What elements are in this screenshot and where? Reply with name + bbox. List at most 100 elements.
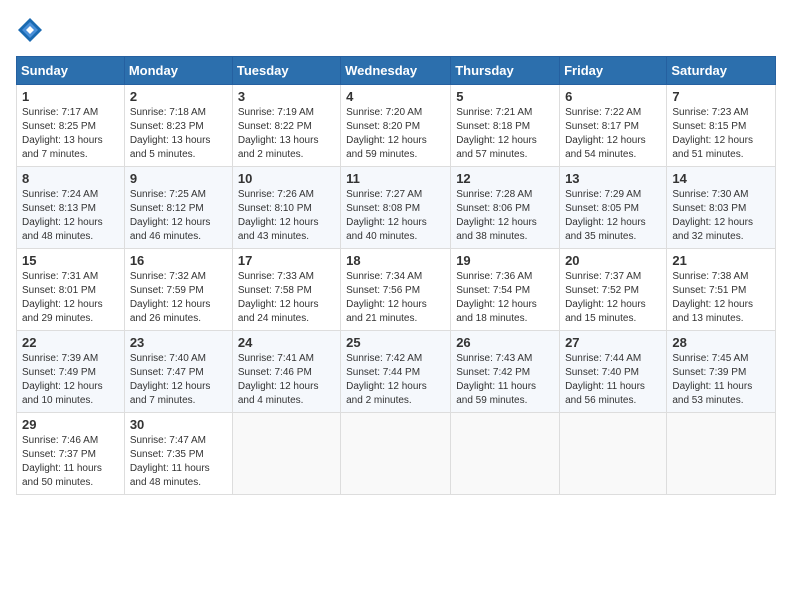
day-detail: Sunrise: 7:26 AM Sunset: 8:10 PM Dayligh… (238, 188, 335, 244)
day-header-saturday: Saturday (667, 57, 776, 85)
day-number: 24 (238, 335, 335, 350)
day-detail: Sunrise: 7:27 AM Sunset: 8:08 PM Dayligh… (346, 188, 445, 244)
calendar-cell (451, 413, 560, 495)
calendar-cell: 14 Sunrise: 7:30 AM Sunset: 8:03 PM Dayl… (667, 167, 776, 249)
day-detail: Sunrise: 7:39 AM Sunset: 7:49 PM Dayligh… (22, 352, 119, 408)
calendar-cell: 17 Sunrise: 7:33 AM Sunset: 7:58 PM Dayl… (232, 249, 340, 331)
day-number: 18 (346, 253, 445, 268)
calendar-cell: 26 Sunrise: 7:43 AM Sunset: 7:42 PM Dayl… (451, 331, 560, 413)
day-detail: Sunrise: 7:43 AM Sunset: 7:42 PM Dayligh… (456, 352, 554, 408)
day-detail: Sunrise: 7:32 AM Sunset: 7:59 PM Dayligh… (130, 270, 227, 326)
day-detail: Sunrise: 7:47 AM Sunset: 7:35 PM Dayligh… (130, 434, 227, 490)
day-detail: Sunrise: 7:42 AM Sunset: 7:44 PM Dayligh… (346, 352, 445, 408)
day-detail: Sunrise: 7:18 AM Sunset: 8:23 PM Dayligh… (130, 106, 227, 162)
day-detail: Sunrise: 7:19 AM Sunset: 8:22 PM Dayligh… (238, 106, 335, 162)
day-number: 25 (346, 335, 445, 350)
day-detail: Sunrise: 7:30 AM Sunset: 8:03 PM Dayligh… (672, 188, 770, 244)
day-detail: Sunrise: 7:37 AM Sunset: 7:52 PM Dayligh… (565, 270, 661, 326)
day-detail: Sunrise: 7:24 AM Sunset: 8:13 PM Dayligh… (22, 188, 119, 244)
calendar-cell: 5 Sunrise: 7:21 AM Sunset: 8:18 PM Dayli… (451, 85, 560, 167)
calendar-cell: 18 Sunrise: 7:34 AM Sunset: 7:56 PM Dayl… (341, 249, 451, 331)
calendar-cell: 30 Sunrise: 7:47 AM Sunset: 7:35 PM Dayl… (124, 413, 232, 495)
day-header-thursday: Thursday (451, 57, 560, 85)
calendar-week-4: 22 Sunrise: 7:39 AM Sunset: 7:49 PM Dayl… (17, 331, 776, 413)
day-number: 12 (456, 171, 554, 186)
calendar-cell: 13 Sunrise: 7:29 AM Sunset: 8:05 PM Dayl… (560, 167, 667, 249)
day-header-sunday: Sunday (17, 57, 125, 85)
calendar-cell: 11 Sunrise: 7:27 AM Sunset: 8:08 PM Dayl… (341, 167, 451, 249)
day-detail: Sunrise: 7:36 AM Sunset: 7:54 PM Dayligh… (456, 270, 554, 326)
calendar-cell: 6 Sunrise: 7:22 AM Sunset: 8:17 PM Dayli… (560, 85, 667, 167)
calendar-cell: 23 Sunrise: 7:40 AM Sunset: 7:47 PM Dayl… (124, 331, 232, 413)
day-number: 10 (238, 171, 335, 186)
calendar-cell: 21 Sunrise: 7:38 AM Sunset: 7:51 PM Dayl… (667, 249, 776, 331)
day-detail: Sunrise: 7:20 AM Sunset: 8:20 PM Dayligh… (346, 106, 445, 162)
calendar-cell: 7 Sunrise: 7:23 AM Sunset: 8:15 PM Dayli… (667, 85, 776, 167)
day-detail: Sunrise: 7:23 AM Sunset: 8:15 PM Dayligh… (672, 106, 770, 162)
day-number: 13 (565, 171, 661, 186)
calendar-cell: 12 Sunrise: 7:28 AM Sunset: 8:06 PM Dayl… (451, 167, 560, 249)
day-detail: Sunrise: 7:25 AM Sunset: 8:12 PM Dayligh… (130, 188, 227, 244)
calendar-cell: 9 Sunrise: 7:25 AM Sunset: 8:12 PM Dayli… (124, 167, 232, 249)
day-number: 29 (22, 417, 119, 432)
day-detail: Sunrise: 7:21 AM Sunset: 8:18 PM Dayligh… (456, 106, 554, 162)
day-number: 9 (130, 171, 227, 186)
calendar-cell: 28 Sunrise: 7:45 AM Sunset: 7:39 PM Dayl… (667, 331, 776, 413)
day-number: 28 (672, 335, 770, 350)
day-number: 21 (672, 253, 770, 268)
calendar-table: SundayMondayTuesdayWednesdayThursdayFrid… (16, 56, 776, 495)
page-header (16, 16, 776, 44)
calendar-cell: 3 Sunrise: 7:19 AM Sunset: 8:22 PM Dayli… (232, 85, 340, 167)
calendar-cell (232, 413, 340, 495)
calendar-cell: 2 Sunrise: 7:18 AM Sunset: 8:23 PM Dayli… (124, 85, 232, 167)
calendar-cell: 27 Sunrise: 7:44 AM Sunset: 7:40 PM Dayl… (560, 331, 667, 413)
day-number: 20 (565, 253, 661, 268)
day-detail: Sunrise: 7:28 AM Sunset: 8:06 PM Dayligh… (456, 188, 554, 244)
calendar-week-1: 1 Sunrise: 7:17 AM Sunset: 8:25 PM Dayli… (17, 85, 776, 167)
calendar-cell: 4 Sunrise: 7:20 AM Sunset: 8:20 PM Dayli… (341, 85, 451, 167)
calendar-week-5: 29 Sunrise: 7:46 AM Sunset: 7:37 PM Dayl… (17, 413, 776, 495)
calendar-cell (341, 413, 451, 495)
day-number: 14 (672, 171, 770, 186)
day-detail: Sunrise: 7:31 AM Sunset: 8:01 PM Dayligh… (22, 270, 119, 326)
calendar-cell (667, 413, 776, 495)
calendar-cell (560, 413, 667, 495)
day-detail: Sunrise: 7:44 AM Sunset: 7:40 PM Dayligh… (565, 352, 661, 408)
calendar-cell: 19 Sunrise: 7:36 AM Sunset: 7:54 PM Dayl… (451, 249, 560, 331)
calendar-cell: 20 Sunrise: 7:37 AM Sunset: 7:52 PM Dayl… (560, 249, 667, 331)
day-detail: Sunrise: 7:38 AM Sunset: 7:51 PM Dayligh… (672, 270, 770, 326)
day-header-monday: Monday (124, 57, 232, 85)
day-number: 30 (130, 417, 227, 432)
day-detail: Sunrise: 7:22 AM Sunset: 8:17 PM Dayligh… (565, 106, 661, 162)
day-header-tuesday: Tuesday (232, 57, 340, 85)
day-detail: Sunrise: 7:46 AM Sunset: 7:37 PM Dayligh… (22, 434, 119, 490)
day-number: 7 (672, 89, 770, 104)
calendar-cell: 10 Sunrise: 7:26 AM Sunset: 8:10 PM Dayl… (232, 167, 340, 249)
day-number: 2 (130, 89, 227, 104)
day-number: 8 (22, 171, 119, 186)
logo (16, 16, 48, 44)
day-detail: Sunrise: 7:45 AM Sunset: 7:39 PM Dayligh… (672, 352, 770, 408)
day-number: 26 (456, 335, 554, 350)
day-detail: Sunrise: 7:29 AM Sunset: 8:05 PM Dayligh… (565, 188, 661, 244)
day-number: 11 (346, 171, 445, 186)
day-number: 3 (238, 89, 335, 104)
calendar-cell: 24 Sunrise: 7:41 AM Sunset: 7:46 PM Dayl… (232, 331, 340, 413)
calendar-cell: 29 Sunrise: 7:46 AM Sunset: 7:37 PM Dayl… (17, 413, 125, 495)
day-detail: Sunrise: 7:33 AM Sunset: 7:58 PM Dayligh… (238, 270, 335, 326)
day-header-wednesday: Wednesday (341, 57, 451, 85)
day-number: 1 (22, 89, 119, 104)
calendar-cell: 22 Sunrise: 7:39 AM Sunset: 7:49 PM Dayl… (17, 331, 125, 413)
day-detail: Sunrise: 7:41 AM Sunset: 7:46 PM Dayligh… (238, 352, 335, 408)
calendar-week-2: 8 Sunrise: 7:24 AM Sunset: 8:13 PM Dayli… (17, 167, 776, 249)
logo-icon (16, 16, 44, 44)
day-number: 15 (22, 253, 119, 268)
day-detail: Sunrise: 7:40 AM Sunset: 7:47 PM Dayligh… (130, 352, 227, 408)
day-number: 23 (130, 335, 227, 350)
day-number: 22 (22, 335, 119, 350)
day-number: 4 (346, 89, 445, 104)
calendar-cell: 16 Sunrise: 7:32 AM Sunset: 7:59 PM Dayl… (124, 249, 232, 331)
calendar-week-3: 15 Sunrise: 7:31 AM Sunset: 8:01 PM Dayl… (17, 249, 776, 331)
day-number: 27 (565, 335, 661, 350)
calendar-cell: 1 Sunrise: 7:17 AM Sunset: 8:25 PM Dayli… (17, 85, 125, 167)
